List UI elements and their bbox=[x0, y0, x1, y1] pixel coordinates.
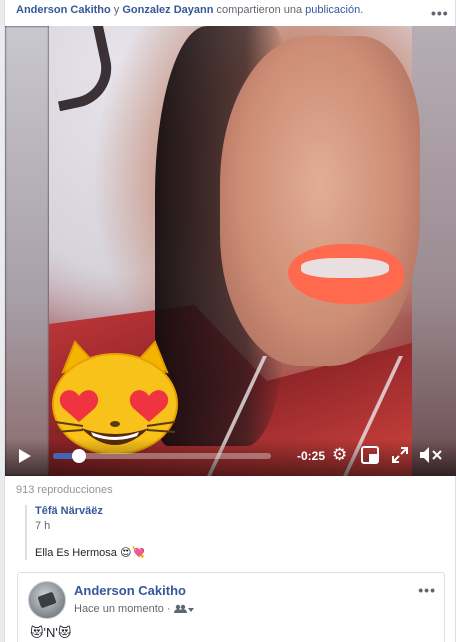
publication-link[interactable]: publicación. bbox=[305, 4, 363, 16]
share-header: Anderson Cakitho y Gonzalez Dayann compa… bbox=[16, 4, 363, 20]
user-link-1[interactable]: Anderson Cakitho bbox=[16, 4, 111, 16]
view-count: 913 reproducciones bbox=[16, 484, 113, 496]
user-link-2[interactable]: Gonzalez Dayann bbox=[122, 4, 213, 16]
more-options-icon[interactable]: ••• bbox=[431, 6, 449, 20]
volume-muted-icon[interactable] bbox=[419, 446, 443, 464]
comment-meta: Hace un momento · bbox=[74, 603, 194, 615]
video-blur-left bbox=[5, 26, 49, 476]
video-player[interactable]: -0:25 ⚙ bbox=[5, 26, 456, 476]
comment-text: 😻'N'😻 bbox=[30, 625, 72, 640]
sharer-comment: Anderson Cakitho Hace un momento · ••• 😻… bbox=[17, 572, 445, 642]
avatar[interactable] bbox=[28, 581, 66, 619]
time-remaining: -0:25 bbox=[297, 449, 326, 463]
comment-time[interactable]: Hace un momento · bbox=[74, 603, 171, 615]
heart-eyes-cat-emoji bbox=[52, 340, 178, 454]
shared-post-author[interactable]: Têfä Närväëz bbox=[35, 505, 445, 517]
face bbox=[220, 36, 420, 366]
play-icon[interactable] bbox=[19, 449, 31, 463]
gear-icon[interactable]: ⚙ bbox=[332, 445, 347, 465]
friends-audience-icon[interactable] bbox=[173, 604, 194, 614]
shared-post-time[interactable]: 7 h bbox=[35, 520, 445, 532]
shared-post-text: Ella Es Hermosa 😍💘 bbox=[35, 547, 146, 559]
comment-more-options-icon[interactable]: ••• bbox=[418, 583, 436, 597]
shared-post: Têfä Närväëz 7 h Ella Es Hermosa 😍💘 bbox=[25, 505, 445, 560]
fullscreen-icon[interactable] bbox=[392, 447, 408, 463]
avatar-image bbox=[37, 591, 57, 609]
comment-author[interactable]: Anderson Cakitho bbox=[74, 583, 186, 598]
action-text: compartieron una bbox=[216, 4, 303, 16]
teeth bbox=[301, 258, 389, 278]
video-blur-right bbox=[412, 26, 456, 476]
post-card: Anderson Cakitho y Gonzalez Dayann compa… bbox=[4, 0, 456, 642]
picture-in-picture-icon[interactable] bbox=[361, 446, 379, 464]
conjunction-text: y bbox=[113, 4, 120, 16]
